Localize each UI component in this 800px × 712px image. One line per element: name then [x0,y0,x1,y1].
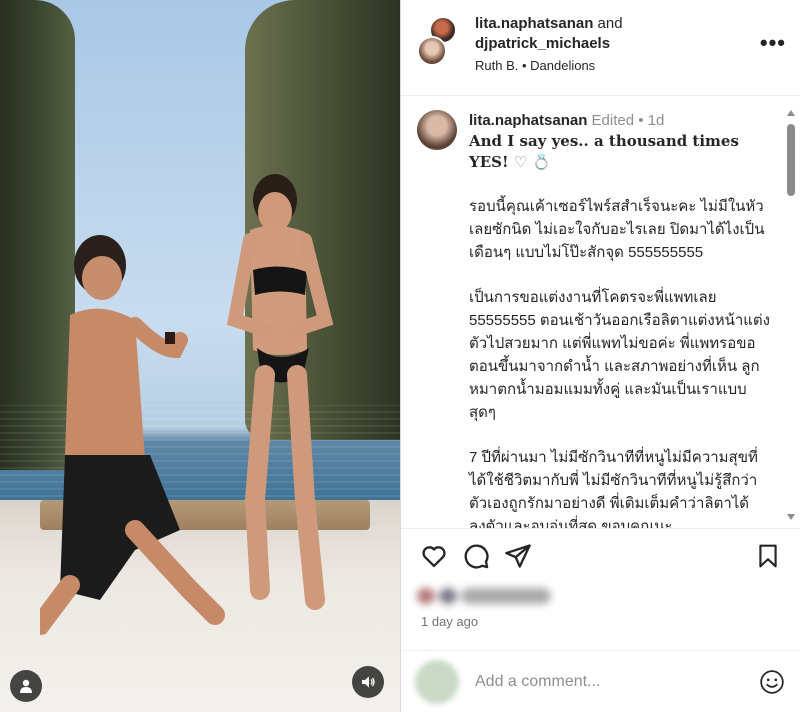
comment-composer [401,650,800,712]
audio-toggle-button[interactable] [352,666,384,698]
bookmark-icon [759,544,777,567]
more-options-button[interactable]: ••• [760,30,786,56]
user-tag-button[interactable] [10,670,42,702]
collaborator-username[interactable]: djpatrick_michaels [475,35,610,52]
post-timestamp[interactable]: 1 day ago [421,614,478,629]
post-details-panel: lita.naphatsanan and djpatrick_michaels … [400,0,800,712]
action-bar [401,528,800,582]
avatar[interactable] [417,110,457,150]
author-names: lita.naphatsanan and djpatrick_michaels [475,14,760,54]
post-header: lita.naphatsanan and djpatrick_michaels … [401,0,800,96]
scrollbar-thumb[interactable] [787,124,795,196]
save-button[interactable] [751,539,785,573]
caption-lead-text: And I say yes.. a thousand times YES! [469,132,739,171]
comment-button[interactable] [459,539,493,573]
comment-icon [464,544,489,569]
smiley-icon [760,669,784,694]
caption-scroll-area[interactable]: lita.naphatsanan Edited • 1d And I say y… [401,96,800,528]
audio-track-link[interactable]: Ruth B. • Dandelions [475,56,760,76]
caption-lead: And I say yes.. a thousand times YES! ♡ … [469,131,770,173]
likes-summary-blurred[interactable] [417,585,567,607]
collab-avatars[interactable] [417,16,459,66]
author-username[interactable]: lita.naphatsanan [475,15,593,32]
caption-paragraph: เป็นการขอแต่งงานที่โคตรจะพี่แพทเลย 55555… [469,289,770,421]
and-label: and [597,15,623,32]
scroll-down-arrow[interactable] [787,514,795,520]
caption-paragraph: รอบนี้คุณเค้าเซอร์ไพร์สสำเร็จนะคะ ไม่มีใ… [469,198,765,261]
post-media[interactable] [0,0,400,712]
avatar[interactable] [417,36,447,66]
comment-input[interactable] [475,672,757,691]
speaker-icon [362,676,375,688]
caption-username[interactable]: lita.naphatsanan [469,112,587,129]
heart-icon [422,545,446,567]
caption: lita.naphatsanan Edited • 1d And I say y… [417,110,770,528]
like-button[interactable] [417,539,451,573]
caption-lead-emoji: ♡ 💍 [513,153,551,171]
emoji-picker-button[interactable] [757,667,787,697]
photo-man-kneeling [40,235,225,636]
post-age[interactable]: 1d [648,112,665,129]
caption-body: lita.naphatsanan Edited • 1d And I say y… [469,110,770,528]
user-icon [20,679,32,693]
caption-scrollbar[interactable] [784,110,798,520]
share-button[interactable] [501,539,535,573]
avatar [415,659,459,704]
photo-woman-standing [226,174,334,610]
post-header-text: lita.naphatsanan and djpatrick_michaels … [475,14,760,76]
meta-dot: • [638,112,644,129]
edited-label: Edited [591,112,635,129]
caption-paragraph: 7 ปีที่ผ่านมา ไม่มีซักวินาทีที่หนูไม่มีค… [469,449,758,528]
share-icon [505,543,531,568]
scroll-up-arrow[interactable] [787,110,795,116]
post-dialog: lita.naphatsanan and djpatrick_michaels … [0,0,800,712]
